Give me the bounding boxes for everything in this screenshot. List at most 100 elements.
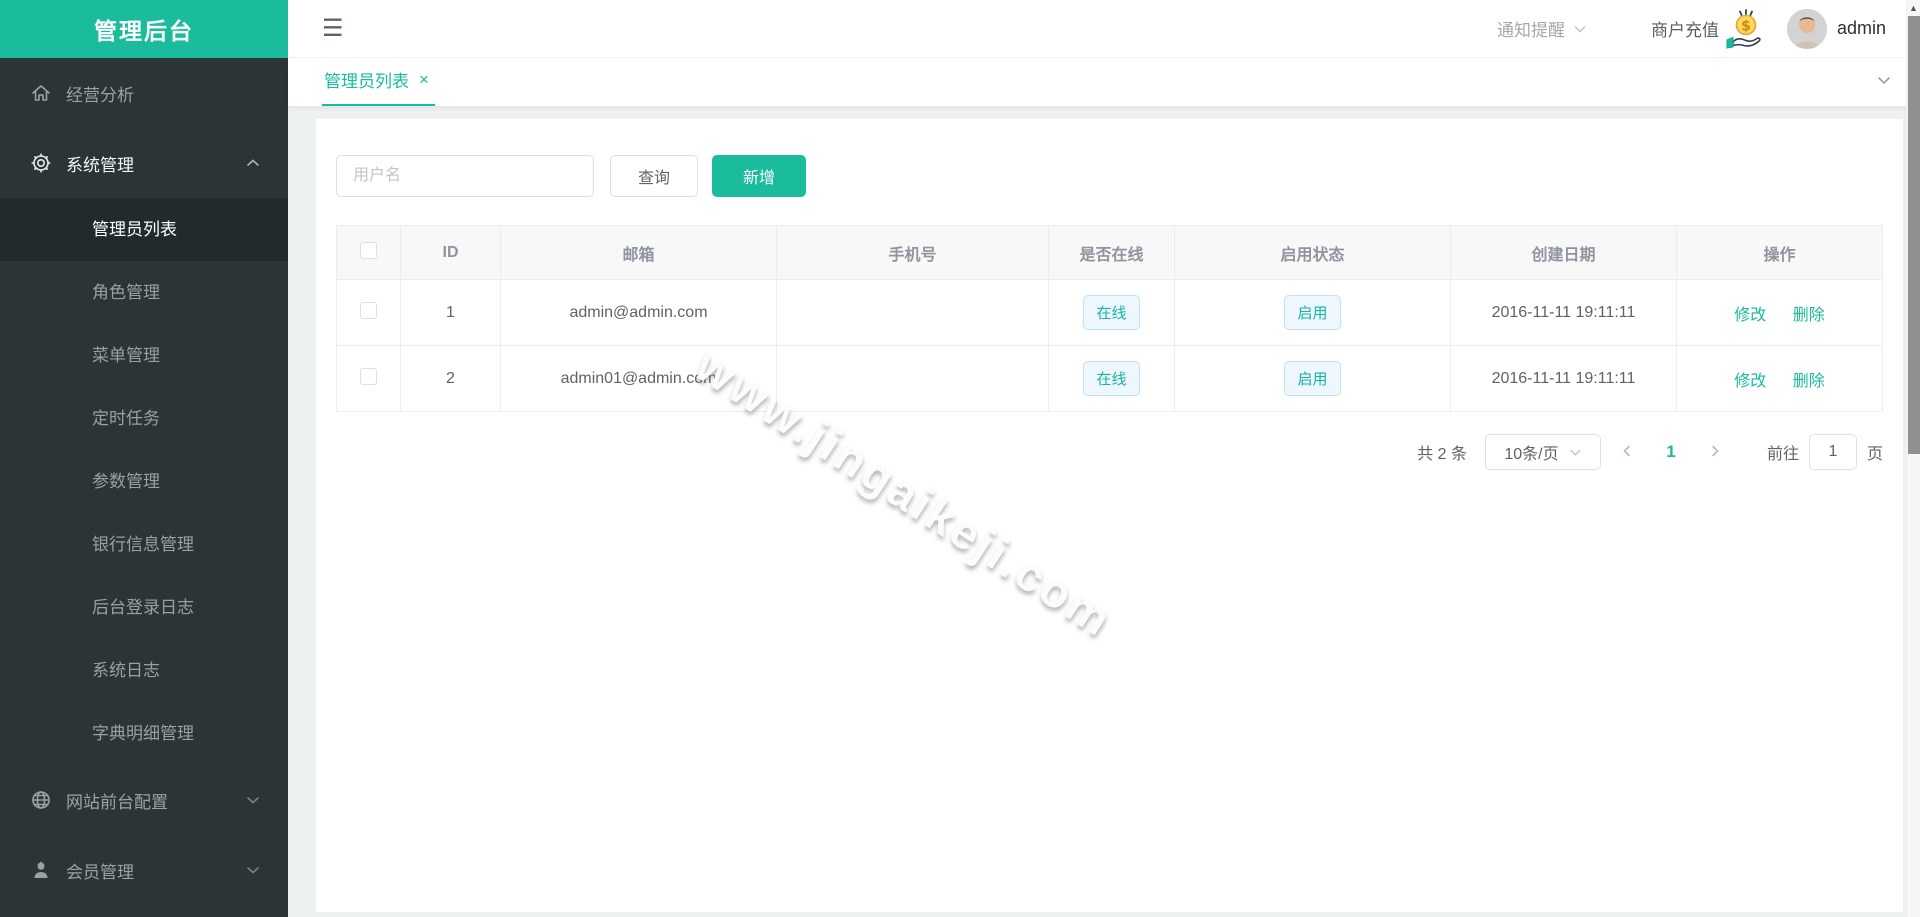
- home-icon: [32, 85, 50, 101]
- chevron-left-icon: [1623, 445, 1630, 456]
- chevron-down-icon: [1570, 449, 1580, 456]
- sidebar-item-role[interactable]: 角色管理: [0, 261, 288, 324]
- edit-link[interactable]: 修改: [1734, 373, 1766, 390]
- table-row: 1 admin@admin.com 在线 启用 2016-11-11 19:11…: [336, 279, 1883, 346]
- chevron-down-icon: [1878, 76, 1890, 84]
- username-label: admin: [1836, 18, 1886, 38]
- gear-icon: [31, 153, 51, 173]
- chevron-down-icon: [1574, 25, 1586, 33]
- delete-link[interactable]: 删除: [1793, 373, 1825, 390]
- col-online: 是否在线: [1048, 225, 1175, 280]
- current-page[interactable]: 1: [1653, 442, 1689, 462]
- sidebar-item-site-config[interactable]: 网站前台配置: [0, 765, 288, 835]
- pagination-total: 共 2 条: [1417, 446, 1467, 463]
- page-size-select[interactable]: 10条/页: [1484, 434, 1601, 470]
- scrollbar-thumb[interactable]: [1908, 16, 1920, 454]
- cell-phone: [776, 345, 1049, 412]
- sidebar-submenu-system: 管理员列表 角色管理 菜单管理 定时任务 参数管理 银行信息管理 后台登录日志 …: [0, 198, 288, 765]
- chevron-up-icon: [247, 159, 259, 166]
- goto-unit: 页: [1866, 446, 1883, 463]
- topbar-right: 通知提醒 商户充值 $ admin: [1497, 6, 1886, 52]
- col-status: 启用状态: [1174, 225, 1451, 280]
- col-email: 邮箱: [500, 225, 777, 280]
- sidebar: 管理后台 经营分析 系统管理 管理员列表 角色管理 菜单管理 定时任务 参数管理…: [0, 0, 288, 917]
- sidebar-item-label: 会员管理: [66, 862, 134, 882]
- svg-text:$: $: [1741, 18, 1751, 34]
- coin-hand-icon: $: [1726, 8, 1761, 49]
- sidebar-item-analysis[interactable]: 经营分析: [0, 58, 288, 128]
- user-icon: [34, 861, 48, 878]
- cell-id: 2: [400, 345, 501, 412]
- cell-phone: [776, 279, 1049, 346]
- search-input[interactable]: [336, 155, 594, 197]
- goto-label: 前往: [1766, 446, 1799, 463]
- globe-icon: [32, 791, 50, 809]
- chevron-down-icon: [247, 867, 259, 874]
- search-toolbar: 查询 新增: [336, 155, 1883, 197]
- cell-created: 2016-11-11 19:11:11: [1450, 279, 1677, 346]
- online-badge: 在线: [1083, 295, 1140, 330]
- pagination: 共 2 条 10条/页 1 前往 页: [336, 434, 1883, 470]
- cell-email: admin@admin.com: [500, 279, 777, 346]
- sidebar-item-dict[interactable]: 字典明细管理: [0, 702, 288, 765]
- scroll-up-icon[interactable]: ▲: [1907, 0, 1920, 15]
- notice-dropdown[interactable]: 通知提醒: [1497, 16, 1587, 41]
- chevron-down-icon: [247, 797, 259, 804]
- topbar: ☰ 通知提醒 商户充值 $ admin: [288, 0, 1920, 58]
- app-logo: 管理后台: [0, 0, 288, 58]
- avatar: [1786, 8, 1827, 49]
- hamburger-icon[interactable]: ☰: [322, 16, 344, 41]
- sidebar-menu: 经营分析 系统管理 管理员列表 角色管理 菜单管理 定时任务 参数管理 银行信息…: [0, 58, 288, 917]
- chevron-right-icon: [1712, 445, 1719, 456]
- main-area: ☰ 通知提醒 商户充值 $ admin 管理员列表 × 用户名 查询 新增 ID…: [288, 0, 1920, 917]
- sidebar-item-admin-list[interactable]: 管理员列表: [0, 198, 288, 261]
- tab-label: 管理员列表: [324, 72, 409, 91]
- next-page-button[interactable]: [1695, 442, 1735, 463]
- row-checkbox[interactable]: [360, 301, 377, 319]
- add-button[interactable]: 新增: [712, 155, 806, 197]
- select-all-checkbox[interactable]: [360, 241, 377, 259]
- col-phone: 手机号: [776, 225, 1049, 280]
- cell-created: 2016-11-11 19:11:11: [1450, 345, 1677, 412]
- cell-email: admin01@admin.com: [500, 345, 777, 412]
- tab-admin-list[interactable]: 管理员列表 ×: [322, 67, 435, 106]
- merchant-recharge-button[interactable]: 商户充值 $: [1651, 6, 1769, 52]
- table-header-row: ID 邮箱 手机号 是否在线 启用状态 创建日期 操作: [336, 225, 1883, 280]
- col-created: 创建日期: [1450, 225, 1677, 280]
- sidebar-item-cron[interactable]: 定时任务: [0, 387, 288, 450]
- prev-page-button[interactable]: [1607, 442, 1647, 463]
- user-menu[interactable]: admin: [1786, 8, 1886, 49]
- cell-id: 1: [400, 279, 501, 346]
- sidebar-item-sys-log[interactable]: 系统日志: [0, 639, 288, 702]
- row-checkbox[interactable]: [360, 367, 377, 385]
- sidebar-item-menu[interactable]: 菜单管理: [0, 324, 288, 387]
- online-badge: 在线: [1083, 361, 1140, 396]
- status-badge: 启用: [1284, 361, 1341, 396]
- admin-list-panel: 查询 新增 ID 邮箱 手机号 是否在线: [316, 119, 1903, 912]
- tab-bar: 管理员列表 ×: [288, 58, 1920, 106]
- page-size-value: 10条/页: [1504, 446, 1559, 463]
- sidebar-item-label: 系统管理: [66, 155, 134, 175]
- notice-label: 通知提醒: [1496, 21, 1565, 40]
- app-window: 管理后台 经营分析 系统管理 管理员列表 角色管理 菜单管理 定时任务 参数管理…: [0, 0, 1920, 917]
- status-badge: 启用: [1284, 295, 1341, 330]
- col-actions: 操作: [1676, 225, 1883, 280]
- query-button[interactable]: 查询: [610, 155, 698, 197]
- sidebar-item-member[interactable]: 会员管理: [0, 835, 288, 905]
- goto-page-input[interactable]: [1808, 434, 1857, 470]
- admin-table: ID 邮箱 手机号 是否在线 启用状态 创建日期 操作 1 admin@admi…: [336, 225, 1883, 412]
- table-row: 2 admin01@admin.com 在线 启用 2016-11-11 19:…: [336, 345, 1883, 412]
- sidebar-item-bank[interactable]: 银行信息管理: [0, 513, 288, 576]
- col-id: ID: [400, 225, 501, 280]
- close-icon[interactable]: ×: [419, 70, 429, 90]
- scrollbar[interactable]: ▲: [1906, 0, 1920, 917]
- sidebar-item-system[interactable]: 系统管理: [0, 128, 288, 198]
- recharge-label: 商户充值: [1650, 21, 1719, 40]
- sidebar-item-params[interactable]: 参数管理: [0, 450, 288, 513]
- delete-link[interactable]: 删除: [1793, 307, 1825, 324]
- tab-collapse-button[interactable]: [1866, 66, 1902, 99]
- sidebar-item-label: 经营分析: [66, 85, 134, 105]
- sidebar-item-login-log[interactable]: 后台登录日志: [0, 576, 288, 639]
- edit-link[interactable]: 修改: [1734, 307, 1766, 324]
- sidebar-item-label: 网站前台配置: [66, 792, 168, 812]
